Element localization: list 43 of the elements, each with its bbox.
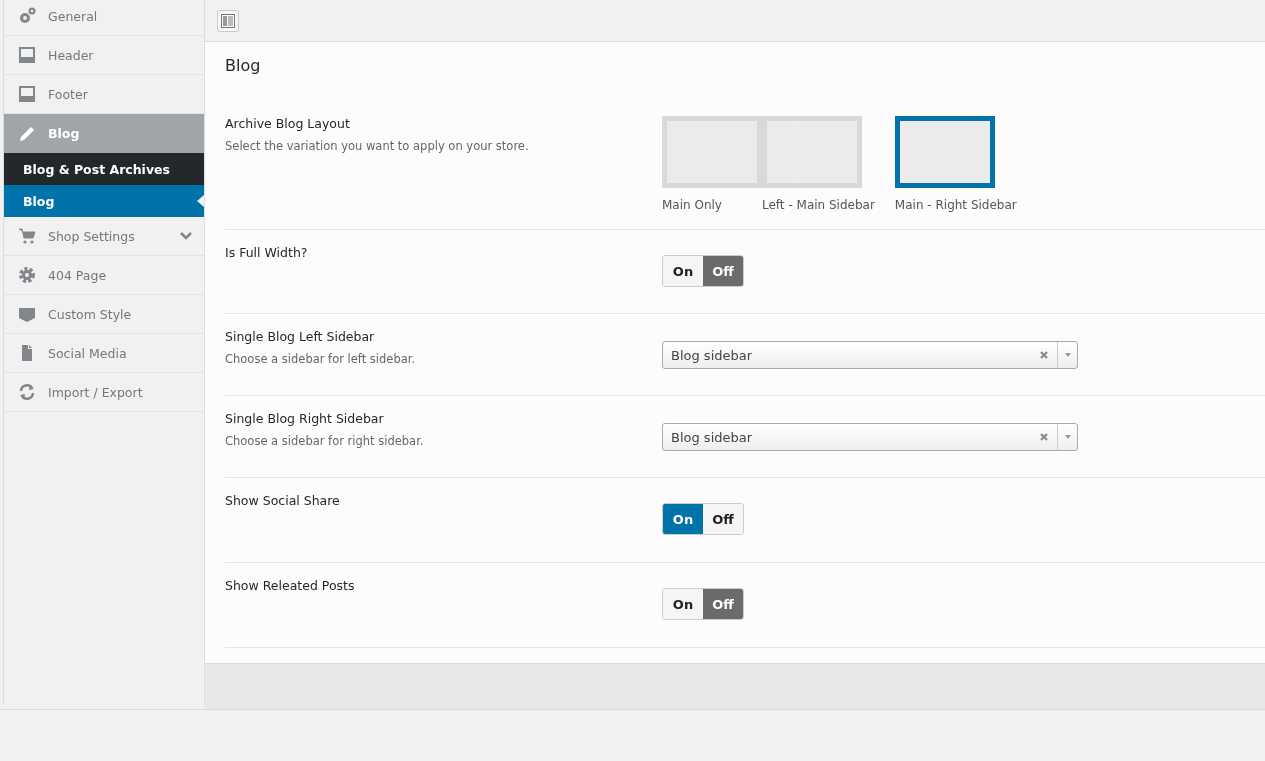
setting-description: Choose a sidebar for left sidebar.	[225, 352, 417, 366]
sidebar-item[interactable]: Header	[4, 36, 204, 75]
refresh-icon	[18, 383, 36, 401]
layout-option-label: Main - Right Sidebar	[894, 198, 1017, 212]
layout-option-label: Main Only	[662, 198, 723, 212]
pencil-icon	[18, 124, 36, 143]
sidebar-item[interactable]: General	[4, 0, 204, 36]
sidebar-subitem[interactable]: Blog & Post Archives	[4, 153, 204, 185]
on-off-switch[interactable]: On Off	[662, 503, 744, 535]
dropdown-arrow-icon	[1063, 352, 1072, 358]
layout-footer-icon	[18, 85, 36, 103]
setting-title: Show Social Share	[225, 493, 341, 508]
gears-icon	[18, 7, 36, 25]
sidebar-item[interactable]: Shop Settings	[4, 217, 204, 256]
sidebar-item[interactable]: Blog	[4, 114, 204, 153]
layout-toggle-button[interactable]	[217, 9, 239, 32]
layout-header-icon	[18, 46, 36, 64]
setting-title: Is Full Width?	[225, 245, 309, 260]
layout-option-label: Left - Main Sidebar	[762, 198, 875, 212]
setting-title: Archive Blog Layout	[225, 116, 351, 131]
sidebar-item[interactable]: Import / Export	[4, 373, 204, 412]
setting-description: Choose a sidebar for right sidebar.	[225, 434, 425, 448]
setting-title: Show Releated Posts	[225, 578, 356, 593]
on-off-switch[interactable]: On Off	[662, 255, 744, 287]
sidebar-select[interactable]: Blog sidebar	[662, 341, 1078, 369]
cart-icon	[18, 227, 36, 245]
setting-description: Select the variation you want to apply on your store.	[225, 139, 530, 153]
sidebar-item[interactable]: Custom Style	[4, 295, 204, 334]
css-badge-icon	[18, 305, 36, 323]
chevron-down-icon	[180, 230, 192, 242]
setting-title: Single Blog Right Sidebar	[225, 411, 385, 426]
dropdown-arrow-icon	[1063, 434, 1072, 440]
section-title: Blog	[225, 56, 262, 77]
clear-icon[interactable]	[1039, 350, 1049, 360]
on-off-switch[interactable]: On Off	[662, 588, 744, 620]
gear-icon	[18, 266, 36, 284]
sidebar-item[interactable]: 404 Page	[4, 256, 204, 295]
setting-title: Single Blog Left Sidebar	[225, 329, 376, 344]
sidebar-select[interactable]: Blog sidebar	[662, 423, 1078, 451]
clear-icon[interactable]	[1039, 432, 1049, 442]
sidebar-subitem[interactable]: Blog	[4, 185, 204, 217]
layout-option[interactable]	[894, 116, 995, 188]
sidebar-item[interactable]: Social Media	[4, 334, 204, 373]
